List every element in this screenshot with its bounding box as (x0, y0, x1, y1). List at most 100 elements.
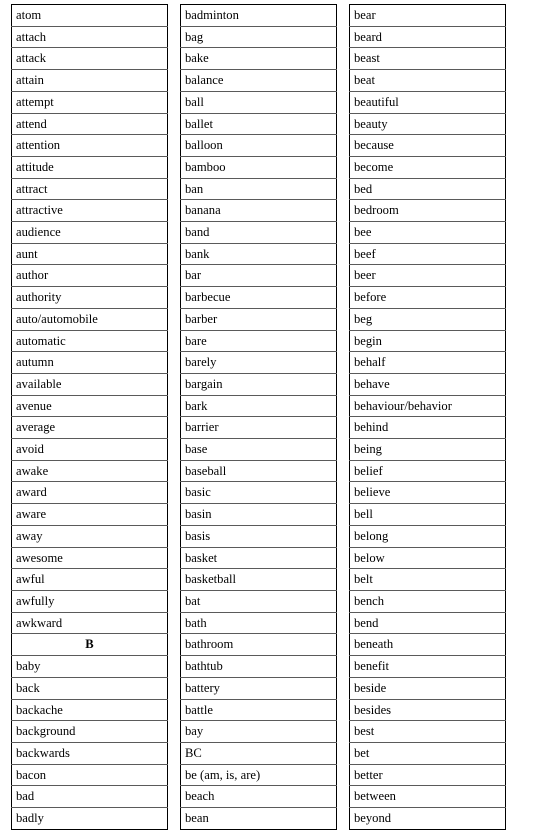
word-cell: badminton (180, 4, 337, 27)
word-cell: be (am, is, are) (180, 763, 337, 787)
word-cell: bacon (11, 763, 168, 787)
word-cell: award (11, 481, 168, 505)
table-row: beauty (349, 112, 506, 136)
word-cell: barrier (180, 416, 337, 440)
table-row: beard (349, 25, 506, 49)
table-row: bake (180, 47, 337, 71)
word-cell: behaviour/behavior (349, 394, 506, 418)
table-row: bar (180, 264, 337, 288)
table-row: barrier (180, 416, 337, 440)
word-cell: belt (349, 568, 506, 591)
word-cell: bamboo (180, 155, 337, 179)
word-cell: author (11, 264, 168, 288)
table-row: bedroom (349, 199, 506, 223)
table-row: badminton (180, 4, 337, 27)
word-cell: back (11, 676, 168, 700)
table-row: basis (180, 524, 337, 548)
word-list-page: atom attach attack attain attempt attend atten… (0, 0, 533, 839)
table-row: bargain (180, 372, 337, 396)
word-cell: ban (180, 177, 337, 201)
word-cell: attach (11, 25, 168, 49)
table-row: bench (349, 589, 506, 613)
table-row: beside (349, 676, 506, 700)
table-row: beer (349, 264, 506, 288)
word-cell: bay (180, 720, 337, 743)
word-cell: bargain (180, 372, 337, 396)
table-row: bean (180, 807, 337, 830)
table-row: begin (349, 329, 506, 353)
table-row: award (11, 481, 168, 505)
word-cell: beast (349, 47, 506, 71)
word-cell: better (349, 763, 506, 787)
table-row: attend (11, 112, 168, 136)
table-row: base (180, 438, 337, 461)
table-row: badly (11, 807, 168, 830)
word-cell: awkward (11, 611, 168, 635)
table-row: avoid (11, 438, 168, 461)
table-row: banana (180, 199, 337, 223)
word-cell: banana (180, 199, 337, 223)
word-cell: background (11, 720, 168, 743)
word-cell: before (349, 286, 506, 309)
table-row: beat (349, 69, 506, 92)
word-cell: beauty (349, 112, 506, 136)
word-cell: avoid (11, 438, 168, 461)
word-cell: attention (11, 134, 168, 157)
word-cell: behind (349, 416, 506, 440)
table-row: behaviour/behavior (349, 394, 506, 418)
table-row: believe (349, 481, 506, 505)
word-list-columns: atom attach attack attain attempt attend atten… (11, 4, 533, 830)
word-cell: basic (180, 481, 337, 505)
word-cell: aware (11, 503, 168, 526)
word-cell: balance (180, 69, 337, 92)
table-row: band (180, 221, 337, 244)
word-cell: behalf (349, 351, 506, 374)
word-cell: beneath (349, 633, 506, 657)
table-row: awesome (11, 546, 168, 570)
table-row: belief (349, 459, 506, 483)
table-row: BC (180, 741, 337, 765)
word-cell: atom (11, 4, 168, 27)
table-row: bad (11, 785, 168, 809)
word-cell: automatic (11, 329, 168, 353)
word-cell: belong (349, 524, 506, 548)
word-cell: attract (11, 177, 168, 201)
word-cell: average (11, 416, 168, 440)
table-row: attain (11, 69, 168, 92)
word-cell: bedroom (349, 199, 506, 223)
word-cell: beach (180, 785, 337, 809)
word-cell: because (349, 134, 506, 157)
table-row: awful (11, 568, 168, 591)
table-row: best (349, 720, 506, 743)
table-row: awake (11, 459, 168, 483)
table-row: battle (180, 698, 337, 722)
word-cell: awfully (11, 589, 168, 613)
word-cell: belief (349, 459, 506, 483)
word-cell: basket (180, 546, 337, 570)
word-cell: begin (349, 329, 506, 353)
word-cell: bathtub (180, 655, 337, 678)
table-row: attention (11, 134, 168, 157)
table-row: away (11, 524, 168, 548)
table-row: bathroom (180, 633, 337, 657)
word-cell: bare (180, 329, 337, 353)
table-row: beast (349, 47, 506, 71)
word-cell: bark (180, 394, 337, 418)
table-row: awfully (11, 589, 168, 613)
word-cell: base (180, 438, 337, 461)
word-cell: besides (349, 698, 506, 722)
word-cell: attempt (11, 90, 168, 114)
word-cell: backwards (11, 741, 168, 765)
table-row: backwards (11, 741, 168, 765)
table-row: below (349, 546, 506, 570)
table-row: barely (180, 351, 337, 374)
word-cell: basketball (180, 568, 337, 591)
word-cell: beg (349, 307, 506, 331)
word-cell: bend (349, 611, 506, 635)
table-row: ballet (180, 112, 337, 136)
word-cell: bathroom (180, 633, 337, 657)
table-row: bare (180, 329, 337, 353)
table-row: author (11, 264, 168, 288)
word-cell: away (11, 524, 168, 548)
table-row: autumn (11, 351, 168, 374)
